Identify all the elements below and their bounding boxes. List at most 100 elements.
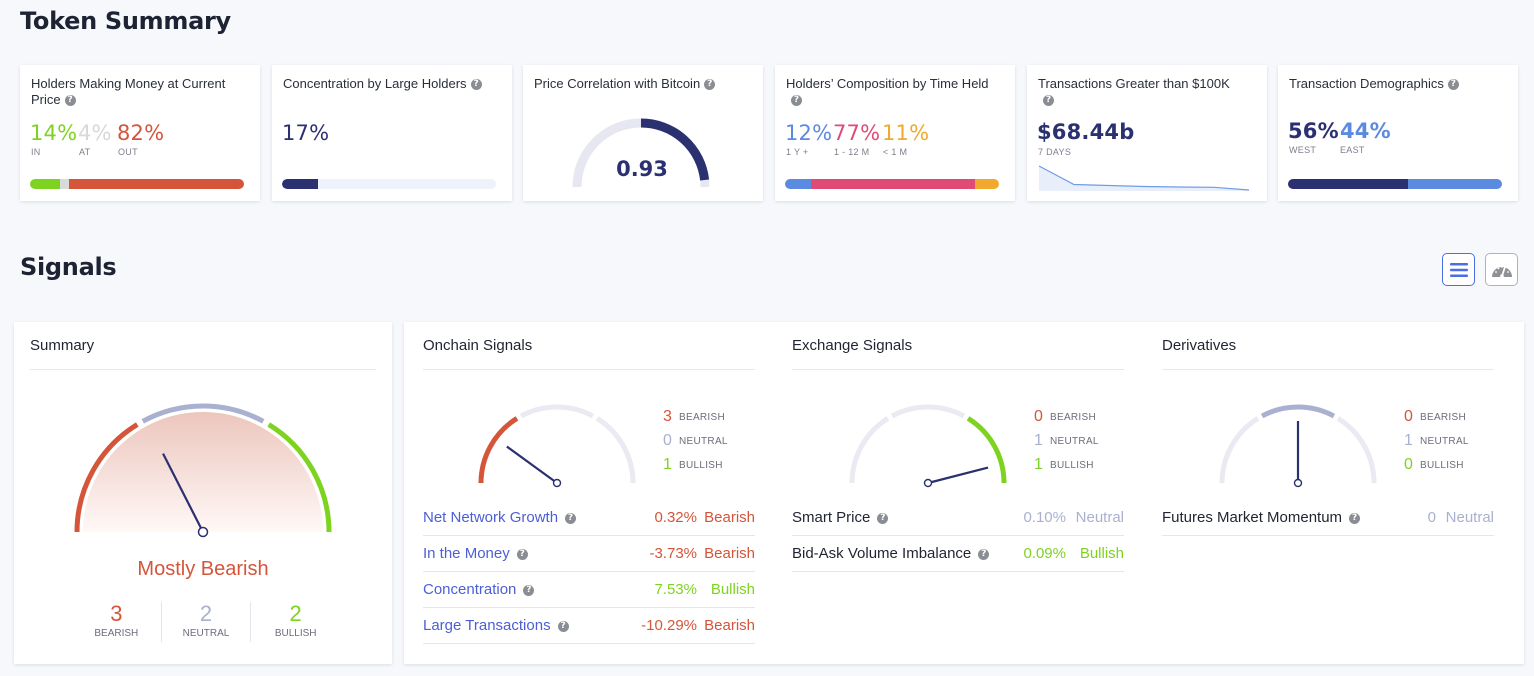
onchain-section: Onchain Signals 3 BEARISH 0 NEUTRAL 1 BULLI… xyxy=(407,322,757,664)
correlation-card: Price Correlation with Bitcoin? 0.93 xyxy=(523,65,763,201)
one-twelve-months-value: 77% xyxy=(833,121,881,145)
signal-label-text: Bid-Ask Volume Imbalance xyxy=(792,545,972,562)
signal-label[interactable]: In the Money? xyxy=(423,545,637,562)
gauge-segment-neutral xyxy=(890,404,966,419)
signal-label[interactable]: Net Network Growth? xyxy=(423,509,637,526)
help-icon[interactable]: ? xyxy=(978,548,990,560)
at-value: 4% xyxy=(78,121,112,145)
exchange-legend: 0 BEARISH 1 NEUTRAL 1 BULLISH xyxy=(1034,405,1099,477)
signal-status: Bearish xyxy=(704,617,755,634)
onchain-gauge xyxy=(478,404,636,488)
signal-value: 0.32% xyxy=(654,509,697,526)
derivatives-legend: 0 BEARISH 1 NEUTRAL 0 BULLISH xyxy=(1404,405,1469,477)
signal-label-text: Smart Price xyxy=(792,509,871,526)
token-summary-title: Token Summary xyxy=(20,7,231,35)
gauge-segment-bearish xyxy=(1219,416,1260,484)
list-view-button[interactable] xyxy=(1442,253,1475,286)
help-icon[interactable]: ? xyxy=(523,584,535,596)
out-value: 82% xyxy=(117,121,165,145)
help-icon[interactable]: ? xyxy=(1447,79,1459,91)
signal-label-text[interactable]: In the Money xyxy=(423,545,510,562)
speedometer-icon xyxy=(1491,265,1512,278)
signal-label-text[interactable]: Large Transactions xyxy=(423,617,551,634)
signal-label: Bid-Ask Volume Imbalance? xyxy=(792,545,1006,562)
bar-segment xyxy=(59,179,69,189)
summary-divider xyxy=(30,369,376,370)
gauge-hub xyxy=(1293,478,1303,488)
signal-status: Bearish xyxy=(704,545,755,562)
list-icon xyxy=(1449,262,1468,277)
holders-money-bar xyxy=(30,179,244,189)
signal-label-text[interactable]: Net Network Growth xyxy=(423,509,558,526)
card-title: Holders Making Money at Current Price? xyxy=(31,76,226,107)
bar-segment xyxy=(975,179,999,189)
signal-row: In the Money? -3.73% Bearish xyxy=(423,536,755,572)
card-title: Transaction Demographics? xyxy=(1289,76,1459,92)
signal-row: Net Network Growth? 0.32% Bearish xyxy=(423,500,755,536)
legend-neutral: 1 NEUTRAL xyxy=(1404,432,1469,449)
correlation-value: 0.93 xyxy=(616,157,668,181)
holders-money-card: Holders Making Money at Current Price? 1… xyxy=(20,65,260,201)
gauge-segment-bullish xyxy=(1336,416,1377,484)
gauge-hub xyxy=(552,478,562,488)
exchange-gauge xyxy=(849,404,1007,488)
signal-label[interactable]: Concentration? xyxy=(423,581,637,598)
count-label: NEUTRAL xyxy=(182,628,230,639)
help-icon[interactable]: ? xyxy=(1349,512,1361,524)
bar-segment xyxy=(1407,179,1502,189)
summary-verdict: Mostly Bearish xyxy=(137,558,269,580)
bar-segment xyxy=(810,179,976,189)
count-neutral: 2 NEUTRAL xyxy=(162,602,252,642)
signal-row: Futures Market Momentum? 0 Neutral xyxy=(1162,500,1494,536)
legend-bearish: 0 BEARISH xyxy=(1034,408,1097,425)
legend-neutral: 0 NEUTRAL xyxy=(663,432,728,449)
summary-gauge xyxy=(74,403,332,538)
east-label: EAST xyxy=(1340,145,1365,155)
help-icon[interactable]: ? xyxy=(516,548,528,560)
at-label: AT xyxy=(79,147,91,157)
help-icon[interactable]: ? xyxy=(557,620,569,632)
exchange-divider xyxy=(792,369,1124,370)
gauge-needle xyxy=(927,466,989,485)
signal-row: Smart Price? 0.10% Neutral xyxy=(792,500,1124,536)
help-icon[interactable]: ? xyxy=(64,95,76,107)
onchain-divider xyxy=(423,369,755,370)
signal-label: Futures Market Momentum? xyxy=(1162,509,1376,526)
signal-value: 0.10% xyxy=(1023,509,1066,526)
onchain-title: Onchain Signals xyxy=(423,337,533,354)
under-one-month-label: < 1 M xyxy=(883,147,908,157)
gauge-segment-bullish xyxy=(966,416,1007,484)
help-icon[interactable]: ? xyxy=(791,95,802,107)
one-year-value: 12% xyxy=(785,121,833,145)
exchange-section: Exchange Signals 0 BEARISH 1 NEUTRAL 1 BULL… xyxy=(776,322,1126,664)
count-label: BEARISH xyxy=(94,628,139,639)
legend-bullish: 0 BULLISH xyxy=(1404,456,1464,473)
gauge-segment-neutral xyxy=(519,404,595,419)
west-label: WEST xyxy=(1289,145,1317,155)
bar-segment xyxy=(68,179,244,189)
gauge-segment-bullish xyxy=(595,416,636,484)
onchain-legend: 3 BEARISH 0 NEUTRAL 1 BULLISH xyxy=(663,405,728,477)
gauge-view-button[interactable] xyxy=(1485,253,1518,286)
signal-status: Bullish xyxy=(710,581,755,598)
count-value: 3 xyxy=(110,601,123,626)
composition-bar xyxy=(785,179,999,189)
signal-label-text[interactable]: Concentration xyxy=(423,581,516,598)
count-value: 2 xyxy=(289,601,302,626)
gauge-hub xyxy=(923,478,933,488)
help-icon[interactable]: ? xyxy=(470,79,482,91)
summary-counts: 3 BEARISH 2 NEUTRAL 2 BULLISH xyxy=(72,602,340,642)
concentration-bar xyxy=(282,179,496,189)
large-transactions-card: Transactions Greater than $100K? $68.44b… xyxy=(1027,65,1267,201)
derivatives-title: Derivatives xyxy=(1162,337,1237,354)
count-bearish: 3 BEARISH xyxy=(72,602,162,642)
bar-segment xyxy=(30,179,60,189)
help-icon[interactable]: ? xyxy=(565,512,577,524)
signal-value: 7.53% xyxy=(654,581,697,598)
bar-segment xyxy=(1288,179,1408,189)
one-twelve-months-label: 1 - 12 M xyxy=(834,147,870,157)
signals-title: Signals xyxy=(20,253,117,281)
bar-segment xyxy=(785,179,811,189)
help-icon[interactable]: ? xyxy=(877,512,889,524)
signal-label[interactable]: Large Transactions? xyxy=(423,617,637,634)
